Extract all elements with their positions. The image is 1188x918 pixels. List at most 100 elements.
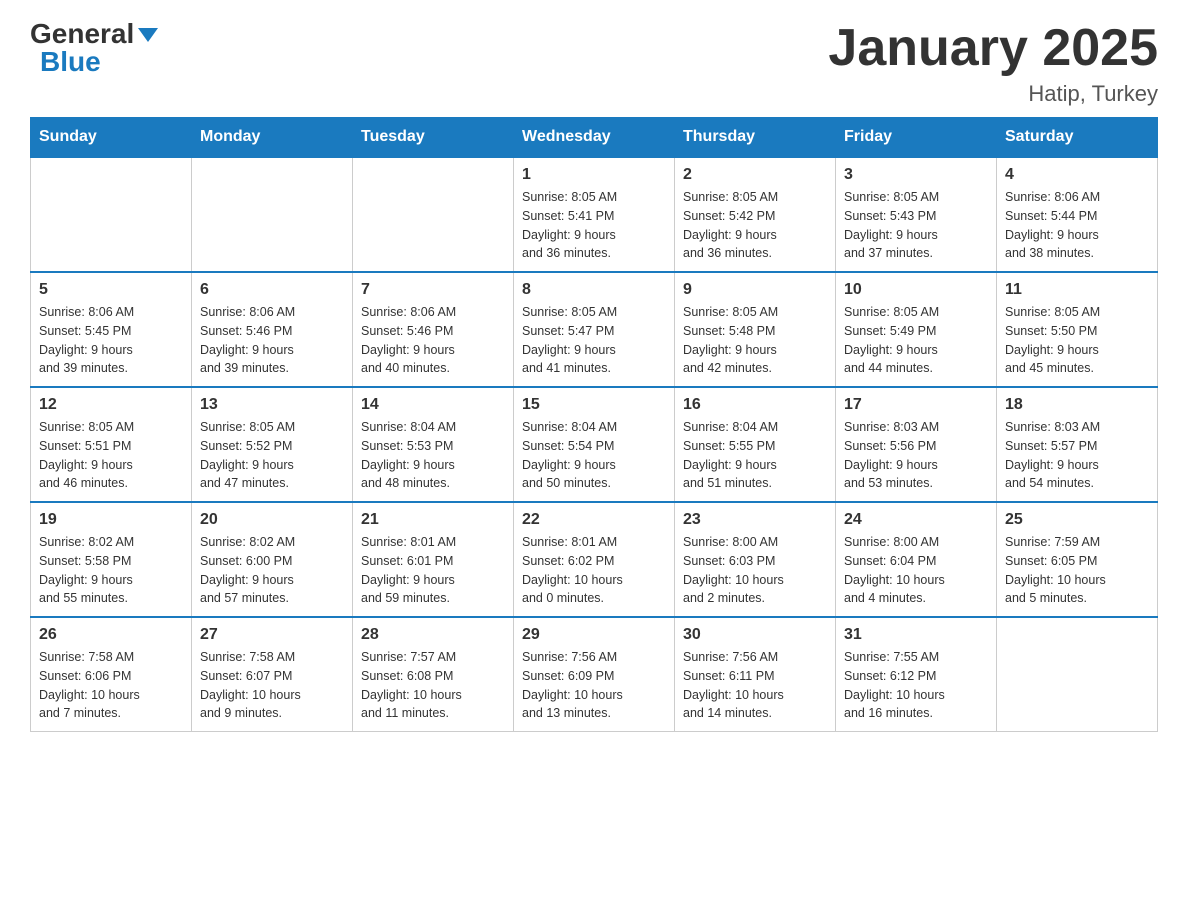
calendar-cell: 14Sunrise: 8:04 AM Sunset: 5:53 PM Dayli… (353, 387, 514, 502)
day-info: Sunrise: 8:06 AM Sunset: 5:44 PM Dayligh… (1005, 188, 1149, 263)
day-info: Sunrise: 8:01 AM Sunset: 6:02 PM Dayligh… (522, 533, 666, 608)
day-number: 2 (683, 166, 827, 184)
day-number: 7 (361, 281, 505, 299)
calendar-cell: 15 Sunrise: 8:04 AM Sunset: 5:54 PM Dayli… (514, 387, 675, 502)
day-number: 19 (39, 511, 183, 529)
calendar-cell: 17 Sunrise: 8:03 AM Sunset: 5:56 PM Dayli… (836, 387, 997, 502)
weekday-header-wednesday: Wednesday (514, 118, 675, 158)
calendar-cell (192, 157, 353, 272)
day-number: 11 (1005, 281, 1149, 299)
day-number: 6 (200, 281, 344, 299)
calendar-cell: 19 Sunrise: 8:02 AM Sunset: 5:58 PM Dayli… (31, 502, 192, 617)
day-number: 25 (1005, 511, 1149, 529)
day-info: Sunrise: 8:05 AM Sunset: 5:47 PM Dayligh… (522, 303, 666, 378)
calendar-cell: 10Sunrise: 8:05 AM Sunset: 5:49 PM Dayli… (836, 272, 997, 387)
weekday-header-thursday: Thursday (675, 118, 836, 158)
day-number: 12 (39, 396, 183, 414)
calendar-table: SundayMondayTuesdayWednesdayThursdayFrid… (30, 117, 1158, 732)
calendar-header-row: SundayMondayTuesdayWednesdayThursdayFrid… (31, 118, 1158, 158)
day-info: Sunrise: 7:58 AM Sunset: 6:07 PM Dayligh… (200, 648, 344, 723)
day-info: Sunrise: 8:06 AM Sunset: 5:46 PM Dayligh… (200, 303, 344, 378)
day-info: Sunrise: 8:05 AM Sunset: 5:51 PM Dayligh… (39, 418, 183, 493)
day-info: Sunrise: 8:00 AM Sunset: 6:03 PM Dayligh… (683, 533, 827, 608)
day-number: 30 (683, 626, 827, 644)
day-number: 27 (200, 626, 344, 644)
day-number: 3 (844, 166, 988, 184)
day-info: Sunrise: 8:05 AM Sunset: 5:43 PM Dayligh… (844, 188, 988, 263)
weekday-header-friday: Friday (836, 118, 997, 158)
calendar-cell: 3 Sunrise: 8:05 AM Sunset: 5:43 PM Daylig… (836, 157, 997, 272)
day-number: 26 (39, 626, 183, 644)
day-number: 15 (522, 396, 666, 414)
week-row-5: 26Sunrise: 7:58 AM Sunset: 6:06 PM Dayli… (31, 617, 1158, 732)
logo-triangle-icon (138, 28, 158, 42)
location-text: Hatip, Turkey (828, 81, 1158, 107)
day-info: Sunrise: 7:56 AM Sunset: 6:11 PM Dayligh… (683, 648, 827, 723)
calendar-cell: 20 Sunrise: 8:02 AM Sunset: 6:00 PM Dayli… (192, 502, 353, 617)
day-info: Sunrise: 8:05 AM Sunset: 5:52 PM Dayligh… (200, 418, 344, 493)
day-info: Sunrise: 8:05 AM Sunset: 5:41 PM Dayligh… (522, 188, 666, 263)
calendar-cell: 1 Sunrise: 8:05 AM Sunset: 5:41 PM Daylig… (514, 157, 675, 272)
calendar-cell: 16 Sunrise: 8:04 AM Sunset: 5:55 PM Dayli… (675, 387, 836, 502)
day-number: 24 (844, 511, 988, 529)
day-number: 29 (522, 626, 666, 644)
day-info: Sunrise: 8:04 AM Sunset: 5:55 PM Dayligh… (683, 418, 827, 493)
calendar-cell (997, 617, 1158, 732)
day-number: 16 (683, 396, 827, 414)
day-info: Sunrise: 7:57 AM Sunset: 6:08 PM Dayligh… (361, 648, 505, 723)
month-title: January 2025 (828, 20, 1158, 77)
day-info: Sunrise: 7:59 AM Sunset: 6:05 PM Dayligh… (1005, 533, 1149, 608)
week-row-1: 1 Sunrise: 8:05 AM Sunset: 5:41 PM Daylig… (31, 157, 1158, 272)
calendar-cell (31, 157, 192, 272)
calendar-cell: 11 Sunrise: 8:05 AM Sunset: 5:50 PM Dayli… (997, 272, 1158, 387)
week-row-3: 12 Sunrise: 8:05 AM Sunset: 5:51 PM Dayli… (31, 387, 1158, 502)
week-row-2: 5Sunrise: 8:06 AM Sunset: 5:45 PM Daylig… (31, 272, 1158, 387)
day-number: 4 (1005, 166, 1149, 184)
calendar-cell: 26Sunrise: 7:58 AM Sunset: 6:06 PM Dayli… (31, 617, 192, 732)
logo: General Blue (30, 20, 158, 76)
calendar-cell: 22 Sunrise: 8:01 AM Sunset: 6:02 PM Dayli… (514, 502, 675, 617)
weekday-header-sunday: Sunday (31, 118, 192, 158)
day-info: Sunrise: 8:06 AM Sunset: 5:45 PM Dayligh… (39, 303, 183, 378)
page-header: General Blue January 2025 Hatip, Turkey (30, 20, 1158, 107)
week-row-4: 19 Sunrise: 8:02 AM Sunset: 5:58 PM Dayli… (31, 502, 1158, 617)
calendar-cell: 30 Sunrise: 7:56 AM Sunset: 6:11 PM Dayli… (675, 617, 836, 732)
day-number: 28 (361, 626, 505, 644)
calendar-cell: 27 Sunrise: 7:58 AM Sunset: 6:07 PM Dayli… (192, 617, 353, 732)
calendar-cell: 2Sunrise: 8:05 AM Sunset: 5:42 PM Daylig… (675, 157, 836, 272)
calendar-cell: 28 Sunrise: 7:57 AM Sunset: 6:08 PM Dayli… (353, 617, 514, 732)
day-number: 22 (522, 511, 666, 529)
day-info: Sunrise: 8:05 AM Sunset: 5:49 PM Dayligh… (844, 303, 988, 378)
logo-general-text: General (30, 20, 134, 48)
calendar-cell: 8 Sunrise: 8:05 AM Sunset: 5:47 PM Daylig… (514, 272, 675, 387)
day-info: Sunrise: 8:02 AM Sunset: 6:00 PM Dayligh… (200, 533, 344, 608)
calendar-cell: 25 Sunrise: 7:59 AM Sunset: 6:05 PM Dayli… (997, 502, 1158, 617)
calendar-cell: 21Sunrise: 8:01 AM Sunset: 6:01 PM Dayli… (353, 502, 514, 617)
weekday-header-tuesday: Tuesday (353, 118, 514, 158)
day-info: Sunrise: 8:03 AM Sunset: 5:56 PM Dayligh… (844, 418, 988, 493)
day-number: 8 (522, 281, 666, 299)
calendar-cell (353, 157, 514, 272)
day-info: Sunrise: 8:05 AM Sunset: 5:50 PM Dayligh… (1005, 303, 1149, 378)
day-info: Sunrise: 8:04 AM Sunset: 5:53 PM Dayligh… (361, 418, 505, 493)
day-number: 20 (200, 511, 344, 529)
calendar-cell: 4 Sunrise: 8:06 AM Sunset: 5:44 PM Daylig… (997, 157, 1158, 272)
calendar-cell: 18Sunrise: 8:03 AM Sunset: 5:57 PM Dayli… (997, 387, 1158, 502)
day-info: Sunrise: 8:05 AM Sunset: 5:48 PM Dayligh… (683, 303, 827, 378)
calendar-cell: 24 Sunrise: 8:00 AM Sunset: 6:04 PM Dayli… (836, 502, 997, 617)
calendar-cell: 23Sunrise: 8:00 AM Sunset: 6:03 PM Dayli… (675, 502, 836, 617)
day-info: Sunrise: 8:04 AM Sunset: 5:54 PM Dayligh… (522, 418, 666, 493)
day-number: 17 (844, 396, 988, 414)
calendar-cell: 12 Sunrise: 8:05 AM Sunset: 5:51 PM Dayli… (31, 387, 192, 502)
day-number: 31 (844, 626, 988, 644)
calendar-cell: 13 Sunrise: 8:05 AM Sunset: 5:52 PM Dayli… (192, 387, 353, 502)
day-number: 18 (1005, 396, 1149, 414)
day-number: 21 (361, 511, 505, 529)
day-info: Sunrise: 7:56 AM Sunset: 6:09 PM Dayligh… (522, 648, 666, 723)
day-info: Sunrise: 8:02 AM Sunset: 5:58 PM Dayligh… (39, 533, 183, 608)
weekday-header-monday: Monday (192, 118, 353, 158)
weekday-header-saturday: Saturday (997, 118, 1158, 158)
day-number: 1 (522, 166, 666, 184)
day-info: Sunrise: 8:00 AM Sunset: 6:04 PM Dayligh… (844, 533, 988, 608)
day-number: 13 (200, 396, 344, 414)
